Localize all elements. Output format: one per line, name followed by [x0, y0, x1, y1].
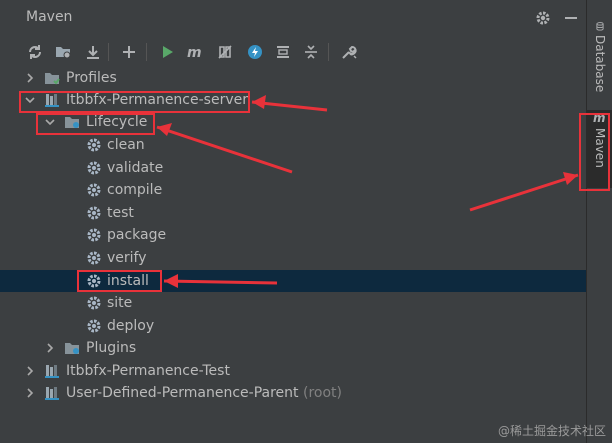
arrow-head: [563, 172, 578, 185]
arrow-head: [252, 95, 266, 109]
arrow-head: [157, 123, 172, 136]
arrow-head: [164, 274, 178, 288]
annotation-arrows: [156, 95, 579, 288]
watermark: @稀土掘金技术社区: [497, 424, 606, 438]
